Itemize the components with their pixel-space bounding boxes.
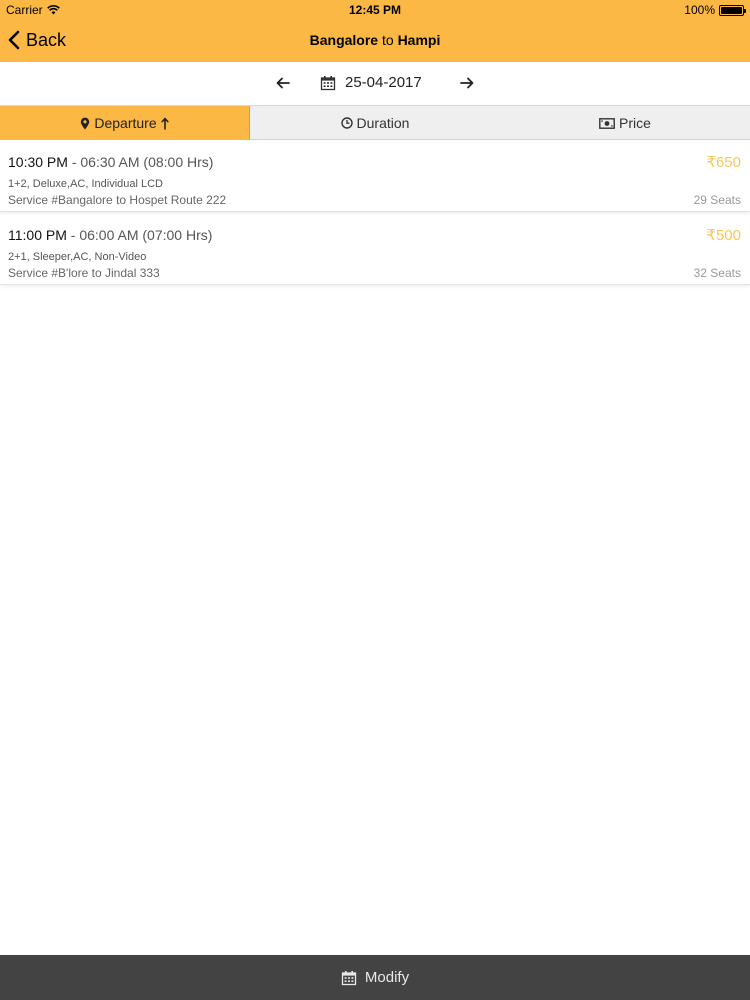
tab-departure-label: Departure: [94, 115, 157, 131]
tab-duration-label: Duration: [356, 115, 410, 131]
status-time: 12:45 PM: [348, 3, 402, 17]
service-name: Service #Bangalore to Hospet Route 222: [8, 193, 227, 207]
title-to: Hampi: [397, 32, 441, 48]
battery-percent: 100%: [684, 3, 715, 17]
next-date-arrow-icon[interactable]: [456, 73, 476, 93]
modify-search-button[interactable]: Modify: [0, 955, 750, 1000]
bus-list-item[interactable]: 11:00 PM - 06:00 AM (07:00 Hrs) 2+1, Sle…: [0, 215, 750, 285]
departure-time: 10:30 PM: [8, 154, 68, 170]
sort-tabs: Departure Duration Price: [0, 106, 750, 140]
available-seats: 29 Seats: [693, 193, 741, 207]
tab-price[interactable]: Price: [500, 106, 750, 140]
fare-price: ₹500: [706, 227, 741, 244]
bus-times: 11:00 PM - 06:00 AM (07:00 Hrs): [8, 227, 212, 243]
date-selector[interactable]: 25-04-2017: [320, 74, 422, 91]
previous-date-arrow-icon[interactable]: [274, 73, 294, 93]
page-title: Bangalore to Hampi: [0, 32, 750, 48]
selected-date: 25-04-2017: [345, 74, 422, 91]
title-from: Bangalore: [309, 32, 379, 48]
sort-ascending-icon: [161, 117, 169, 130]
navigation-header: Carrier 12:45 PM 100% Back Bangalore to …: [0, 0, 750, 62]
money-icon: [599, 117, 615, 129]
battery-indicator: 100%: [684, 3, 746, 17]
battery-icon: [719, 4, 746, 16]
map-pin-icon: [81, 117, 90, 129]
date-navigator: 25-04-2017: [0, 62, 750, 106]
modify-label: Modify: [364, 969, 410, 986]
service-name: Service #B'lore to Jindal 333: [8, 266, 160, 280]
tab-departure[interactable]: Departure: [0, 106, 250, 140]
bus-type: 1+2, Deluxe,AC, Individual LCD: [8, 178, 163, 190]
fare-price: ₹650: [706, 154, 741, 171]
arrival-duration: 06:30 AM (08:00 Hrs): [80, 154, 214, 170]
tab-price-label: Price: [619, 115, 651, 131]
bus-times: 10:30 PM - 06:30 AM (08:00 Hrs): [8, 154, 213, 170]
bus-list-item[interactable]: 10:30 PM - 06:30 AM (08:00 Hrs) 1+2, Del…: [0, 142, 750, 212]
bus-type: 2+1, Sleeper,AC, Non-Video: [8, 251, 147, 263]
arrival-duration: 06:00 AM (07:00 Hrs): [79, 227, 213, 243]
available-seats: 32 Seats: [693, 266, 741, 280]
departure-time: 11:00 PM: [8, 227, 67, 243]
status-bar: Carrier 12:45 PM 100%: [0, 0, 750, 20]
bus-list: 10:30 PM - 06:30 AM (08:00 Hrs) 1+2, Del…: [0, 142, 750, 288]
clock-icon: [340, 117, 353, 129]
calendar-icon: [320, 75, 336, 90]
calendar-icon: [341, 970, 357, 985]
title-separator: to: [381, 32, 394, 48]
tab-duration[interactable]: Duration: [250, 106, 500, 140]
